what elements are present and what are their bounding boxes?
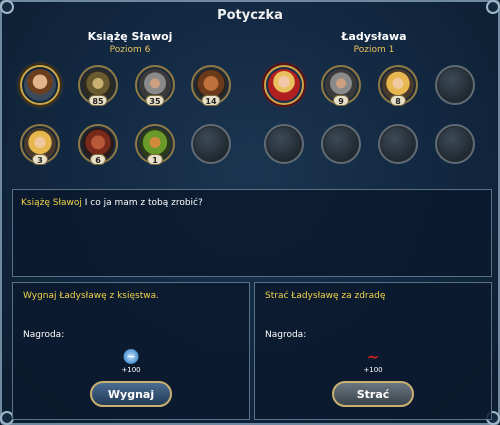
right-slot-5-empty[interactable] [264, 124, 304, 164]
red-swirl-icon: ~ [366, 347, 380, 366]
reward-label: Nagroda: [23, 330, 65, 340]
dialog-line: Książę Sławoj I co ja mam z tobą zrobić? [21, 198, 203, 208]
dialog-speaker: Książę Sławoj [21, 198, 82, 208]
left-slot-3[interactable]: 35 [135, 65, 175, 106]
reward-label: Nagroda: [265, 330, 307, 340]
left-hero-level: Poziom 6 [109, 45, 151, 55]
left-slot-8-empty[interactable] [191, 124, 231, 164]
option-title: Strać Ładysławę za zdradę [265, 291, 386, 301]
right-hero-name: Ładysława [341, 30, 407, 43]
left-slot-6[interactable]: 6 [78, 124, 118, 165]
left-hero-name: Książę Sławoj [87, 30, 173, 43]
reward-value: +100 [121, 366, 141, 374]
option-title: Wygnaj Ładysławę z księstwa. [23, 291, 159, 301]
left-slot-5[interactable]: 3 [20, 124, 60, 165]
left-slot-4[interactable]: 14 [191, 65, 231, 106]
right-slot-hero[interactable] [264, 65, 304, 105]
unit-count: 35 [145, 95, 165, 106]
right-slot-8-empty[interactable] [435, 124, 475, 164]
left-slot-hero[interactable] [20, 65, 60, 105]
unit-count: 3 [32, 154, 48, 165]
option-exile-panel: Wygnaj Ładysławę z księstwa. Nagroda: ~ … [12, 282, 250, 420]
dialog-text: I co ja mam z tobą zrobić? [84, 198, 203, 208]
unit-count: 8 [390, 95, 406, 106]
window-title: Potyczka [217, 8, 283, 23]
unit-count: 6 [90, 154, 106, 165]
prince-portrait-icon [24, 69, 56, 101]
unit-count: 9 [333, 95, 349, 106]
right-hero-level: Poziom 1 [353, 45, 395, 55]
left-slot-2[interactable]: 85 [78, 65, 118, 106]
reward-value: +100 [363, 366, 383, 374]
left-slot-7[interactable]: 1 [135, 124, 175, 165]
blue-swirl-icon: ~ [123, 349, 139, 364]
exile-button[interactable]: Wygnaj [90, 381, 172, 407]
right-slot-7-empty[interactable] [378, 124, 418, 164]
right-slot-4-empty[interactable] [435, 65, 475, 105]
execute-button[interactable]: Strać [332, 381, 414, 407]
skirmish-window: Potyczka Książę Sławoj Poziom 6 85 35 14… [0, 0, 500, 425]
right-slot-3[interactable]: 8 [378, 65, 418, 106]
lady-portrait-icon [268, 69, 300, 101]
right-slot-2[interactable]: 9 [321, 65, 361, 106]
unit-count: 85 [88, 95, 108, 106]
dialog-panel: Książę Sławoj I co ja mam z tobą zrobić? [12, 189, 492, 277]
unit-count: 14 [201, 95, 221, 106]
right-slot-6-empty[interactable] [321, 124, 361, 164]
unit-count: 1 [147, 154, 163, 165]
option-execute-panel: Strać Ładysławę za zdradę Nagroda: ~ +10… [254, 282, 492, 420]
